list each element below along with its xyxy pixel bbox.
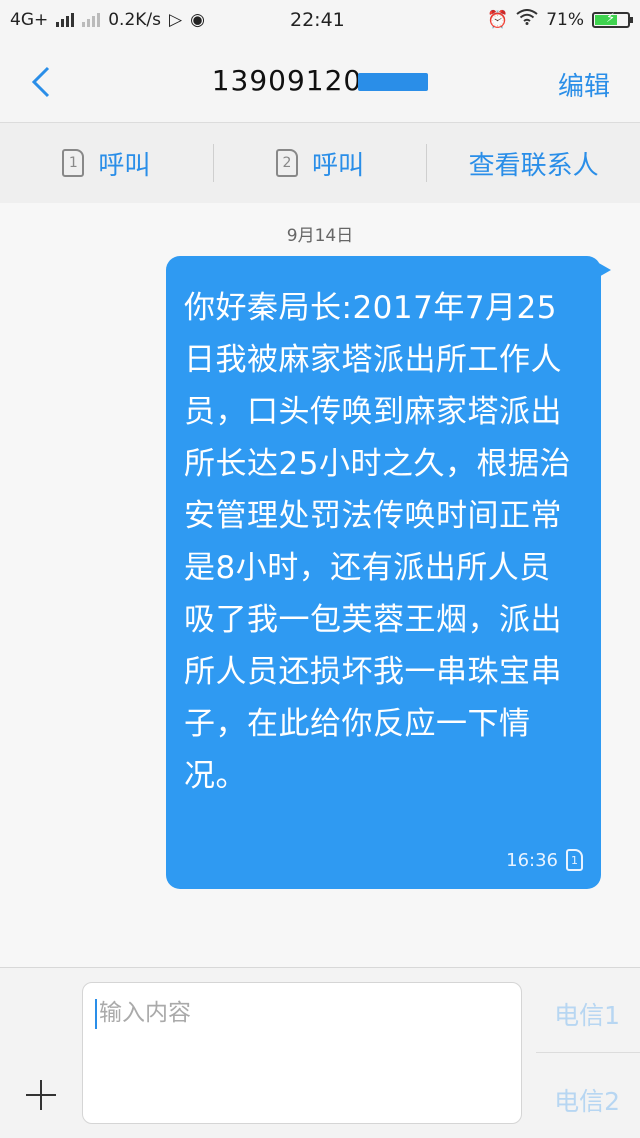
message-time: 16:36	[506, 849, 558, 871]
charging-icon: ⚡	[606, 10, 616, 26]
date-separator: 9月14日	[286, 226, 354, 246]
status-right: ⏰ 71% ⚡	[487, 9, 633, 30]
network-type: 4G+	[10, 10, 49, 30]
sent-message-bubble[interactable]: 你好秦局长:2017年7月25日我被麻家塔派出所工作人员，口头传唤到麻家塔派出所…	[166, 256, 611, 889]
network-speed: 0.2K/s	[108, 10, 162, 30]
message-input[interactable]: 输入内容	[82, 982, 522, 1124]
send-sim1-button[interactable]: 电信1	[554, 996, 620, 1032]
wifi-icon	[516, 9, 538, 30]
message-text: 你好秦局长:2017年7月25日我被麻家塔派出所工作人员，口头传唤到麻家塔派出所…	[184, 290, 571, 794]
sim-card-icon: 1	[62, 149, 85, 177]
status-left: 4G+ 0.2K/s ▷ ◉	[10, 10, 205, 30]
message-list[interactable]: 9月14日 你好秦局长:2017年7月25日我被麻家塔派出所工作人员，口头传唤到…	[0, 203, 640, 967]
clock: 22:41	[290, 9, 345, 31]
contact-number: 13909120	[0, 64, 640, 97]
sim-card-icon: 1	[566, 849, 583, 871]
redaction-mask	[358, 73, 429, 91]
call-sim2-label: 呼叫	[312, 150, 365, 181]
message-meta: 16:36 1	[506, 849, 583, 871]
contact-number-text: 13909120	[211, 64, 363, 97]
battery-icon: ⚡	[592, 10, 633, 28]
send-sim2-button[interactable]: 电信2	[554, 1082, 620, 1118]
play-icon: ▷	[169, 10, 183, 30]
status-bar: 4G+ 0.2K/s ▷ ◉ 22:41 ⏰ 71% ⚡	[0, 0, 640, 42]
sim-card-icon: 2	[276, 149, 298, 177]
battery-percent: 71%	[546, 9, 584, 30]
text-cursor	[95, 998, 97, 1029]
add-attachment-button[interactable]	[26, 1080, 56, 1110]
view-contact-button[interactable]: 查看联系人	[427, 123, 640, 203]
call-sim1-button[interactable]: 1 呼叫	[0, 123, 213, 203]
call-sim1-label: 呼叫	[98, 150, 151, 181]
signal-2-icon	[82, 13, 101, 27]
call-sim2-button[interactable]: 2 呼叫	[214, 123, 427, 203]
conversation-header: 13909120 编辑	[0, 42, 640, 123]
composer: 输入内容 电信1 电信2	[0, 967, 640, 1138]
qq-icon: ◉	[190, 10, 205, 30]
edit-button[interactable]: 编辑	[558, 66, 610, 103]
divider	[536, 1052, 640, 1053]
message-input-placeholder: 输入内容	[99, 1000, 191, 1026]
alarm-icon: ⏰	[487, 9, 509, 30]
signal-icon	[56, 13, 75, 27]
action-bar: 1 呼叫 2 呼叫 查看联系人	[0, 123, 640, 203]
